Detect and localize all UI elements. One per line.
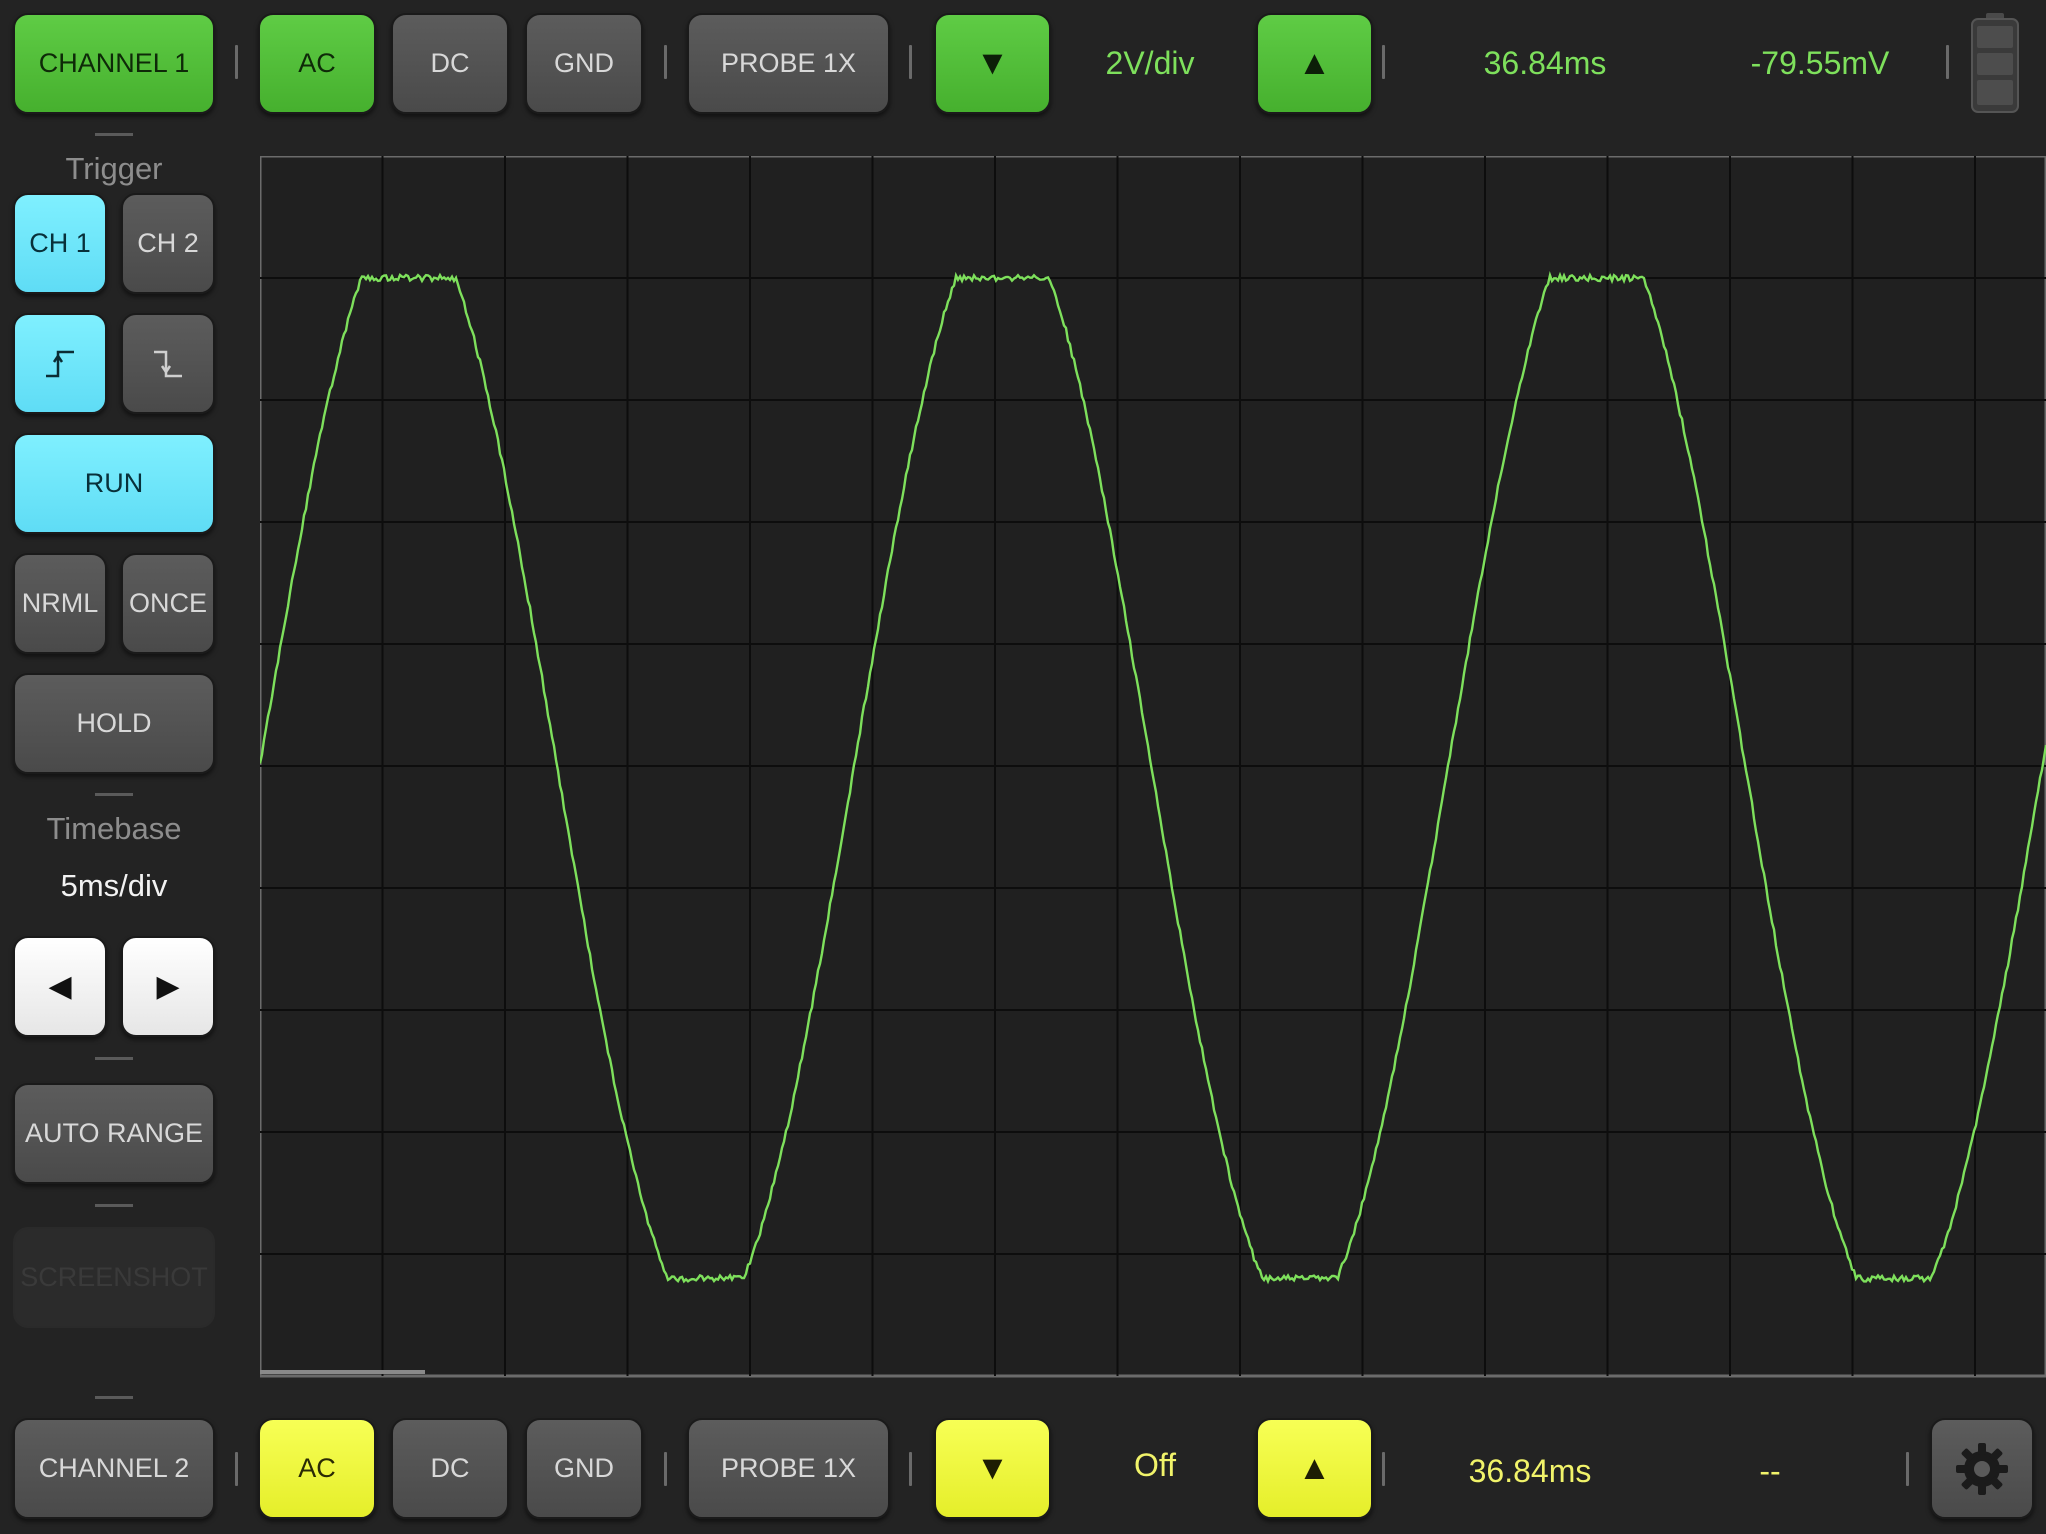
separator <box>664 1452 667 1486</box>
channel1-button[interactable]: CHANNEL 1 <box>13 13 215 114</box>
right-arrow-icon: ▶ <box>156 969 179 1004</box>
separator <box>664 45 667 79</box>
rising-edge-icon <box>40 344 80 384</box>
separator <box>909 45 912 79</box>
falling-edge-button[interactable] <box>121 313 215 414</box>
run-button[interactable]: RUN <box>13 433 215 534</box>
settings-button[interactable] <box>1930 1418 2034 1519</box>
battery-icon <box>1970 12 2020 114</box>
separator <box>235 45 238 79</box>
ch2-voltage-readout: -- <box>1690 1438 1850 1504</box>
ch1-volts-down-button[interactable]: ▼ <box>934 13 1051 114</box>
timebase-value: 5ms/div <box>13 863 215 909</box>
ch2-volts-div: Off <box>1065 1432 1245 1498</box>
hold-button[interactable]: HOLD <box>13 673 215 774</box>
gear-icon <box>1953 1440 2011 1498</box>
trigger-title: Trigger <box>13 146 215 192</box>
oscilloscope-display[interactable] <box>260 156 2046 1386</box>
left-arrow-icon: ◀ <box>48 969 71 1004</box>
trigger-ch2-button[interactable]: CH 2 <box>121 193 215 294</box>
normal-mode-button[interactable]: NRML <box>13 553 107 654</box>
ch1-dc-button[interactable]: DC <box>391 13 509 114</box>
divider <box>95 1204 133 1207</box>
falling-edge-icon <box>148 344 188 384</box>
separator <box>1946 45 1949 79</box>
timebase-increase-button[interactable]: ▶ <box>121 936 215 1037</box>
down-arrow-icon: ▼ <box>976 1449 1010 1488</box>
ch1-voltage-readout: -79.55mV <box>1690 30 1950 96</box>
rising-edge-button[interactable] <box>13 313 107 414</box>
ch2-time-readout: 36.84ms <box>1410 1438 1650 1504</box>
separator <box>235 1452 238 1486</box>
ch2-ac-button[interactable]: AC <box>258 1418 376 1519</box>
channel2-button[interactable]: CHANNEL 2 <box>13 1418 215 1519</box>
ch1-volts-div: 2V/div <box>1065 30 1235 96</box>
separator <box>1382 45 1385 79</box>
ch1-gnd-button[interactable]: GND <box>525 13 643 114</box>
ch2-dc-button[interactable]: DC <box>391 1418 509 1519</box>
separator <box>1382 1452 1385 1486</box>
once-mode-button[interactable]: ONCE <box>121 553 215 654</box>
timebase-title: Timebase <box>13 806 215 852</box>
screenshot-button: SCREENSHOT <box>13 1227 215 1328</box>
timebase-decrease-button[interactable]: ◀ <box>13 936 107 1037</box>
ch2-gnd-button[interactable]: GND <box>525 1418 643 1519</box>
ch1-volts-up-button[interactable]: ▲ <box>1256 13 1373 114</box>
ch2-volts-up-button[interactable]: ▲ <box>1256 1418 1373 1519</box>
ch2-probe-button[interactable]: PROBE 1X <box>687 1418 890 1519</box>
divider <box>95 793 133 796</box>
ch1-time-readout: 36.84ms <box>1410 30 1680 96</box>
down-arrow-icon: ▼ <box>976 44 1010 83</box>
divider <box>95 1057 133 1060</box>
divider <box>95 133 133 136</box>
scroll-indicator[interactable] <box>260 1370 425 1374</box>
separator <box>1906 1452 1909 1486</box>
up-arrow-icon: ▲ <box>1298 44 1332 83</box>
ch1-ac-button[interactable]: AC <box>258 13 376 114</box>
ch1-probe-button[interactable]: PROBE 1X <box>687 13 890 114</box>
auto-range-button[interactable]: AUTO RANGE <box>13 1083 215 1184</box>
up-arrow-icon: ▲ <box>1298 1449 1332 1488</box>
ch2-volts-down-button[interactable]: ▼ <box>934 1418 1051 1519</box>
separator <box>909 1452 912 1486</box>
divider <box>95 1396 133 1399</box>
trigger-ch1-button[interactable]: CH 1 <box>13 193 107 294</box>
